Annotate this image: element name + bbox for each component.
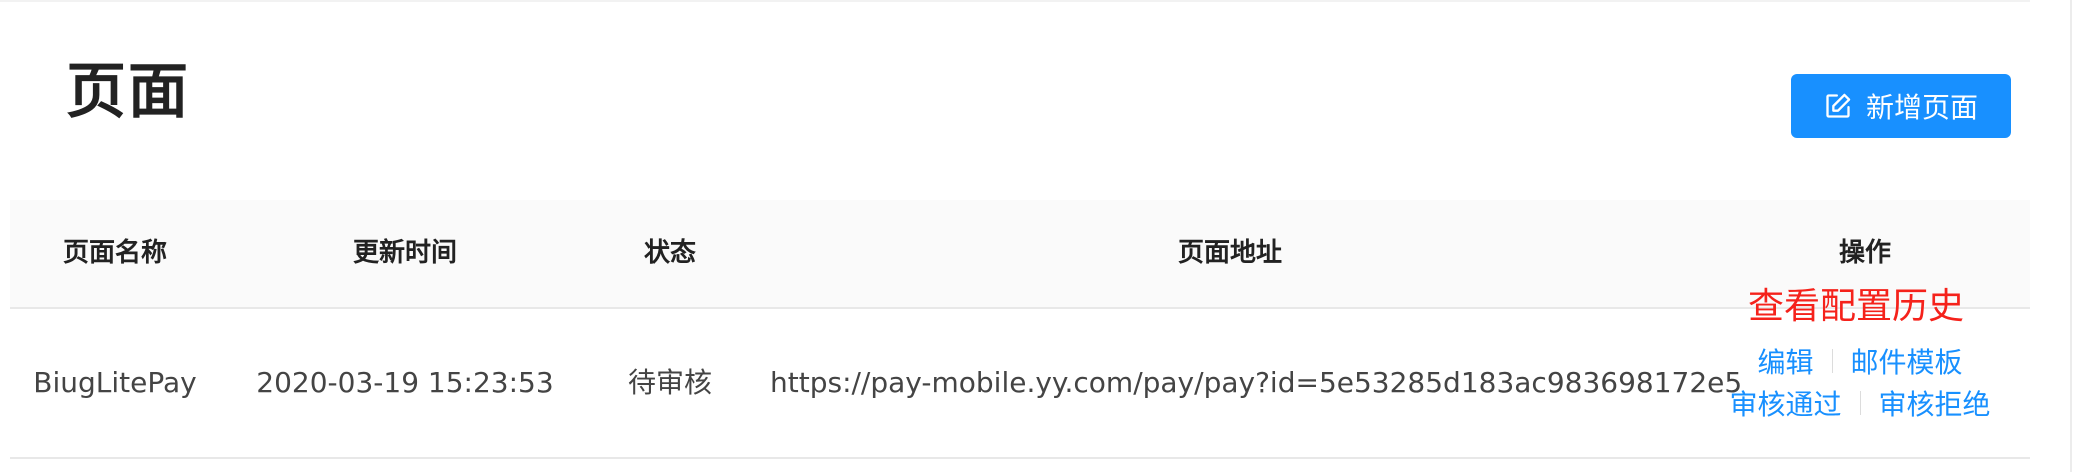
cell-updated-time: 2020-03-19 15:23:53 xyxy=(256,366,554,399)
top-divider xyxy=(0,0,2030,2)
edit-link[interactable]: 编辑 xyxy=(1757,341,1813,381)
row-actions-line-1: 编辑 邮件模板 xyxy=(1700,340,2020,382)
new-page-button-label: 新增页面 xyxy=(1865,91,1978,124)
row-actions-line-2: 审核通过 审核拒绝 xyxy=(1700,382,2020,424)
column-header-page-name: 页面名称 xyxy=(62,238,167,268)
edit-square-icon xyxy=(1824,92,1852,120)
action-divider xyxy=(1859,391,1861,415)
column-header-updated-time: 更新时间 xyxy=(352,238,457,268)
column-header-status: 状态 xyxy=(643,238,696,268)
table-header: 页面名称 更新时间 状态 页面地址 操作 xyxy=(10,200,2030,309)
new-page-button[interactable]: 新增页面 xyxy=(1791,74,2011,138)
cell-page-url: https://pay-mobile.yy.com/pay/pay?id=5e5… xyxy=(770,366,1743,399)
approve-link[interactable]: 审核通过 xyxy=(1729,383,1841,423)
config-history-annotation: 查看配置历史 xyxy=(1748,286,1965,327)
reject-link[interactable]: 审核拒绝 xyxy=(1879,383,1991,423)
action-divider xyxy=(1831,349,1833,373)
column-header-page-url: 页面地址 xyxy=(1177,238,1282,268)
cell-page-name: BiugLitePay xyxy=(33,366,197,399)
row-actions: 编辑 邮件模板 审核通过 审核拒绝 xyxy=(1700,340,2020,424)
right-edge-divider xyxy=(2070,0,2072,472)
page-title: 页面 xyxy=(66,57,190,127)
mail-template-link[interactable]: 邮件模板 xyxy=(1851,341,1963,381)
cell-status: 待审核 xyxy=(627,366,712,399)
